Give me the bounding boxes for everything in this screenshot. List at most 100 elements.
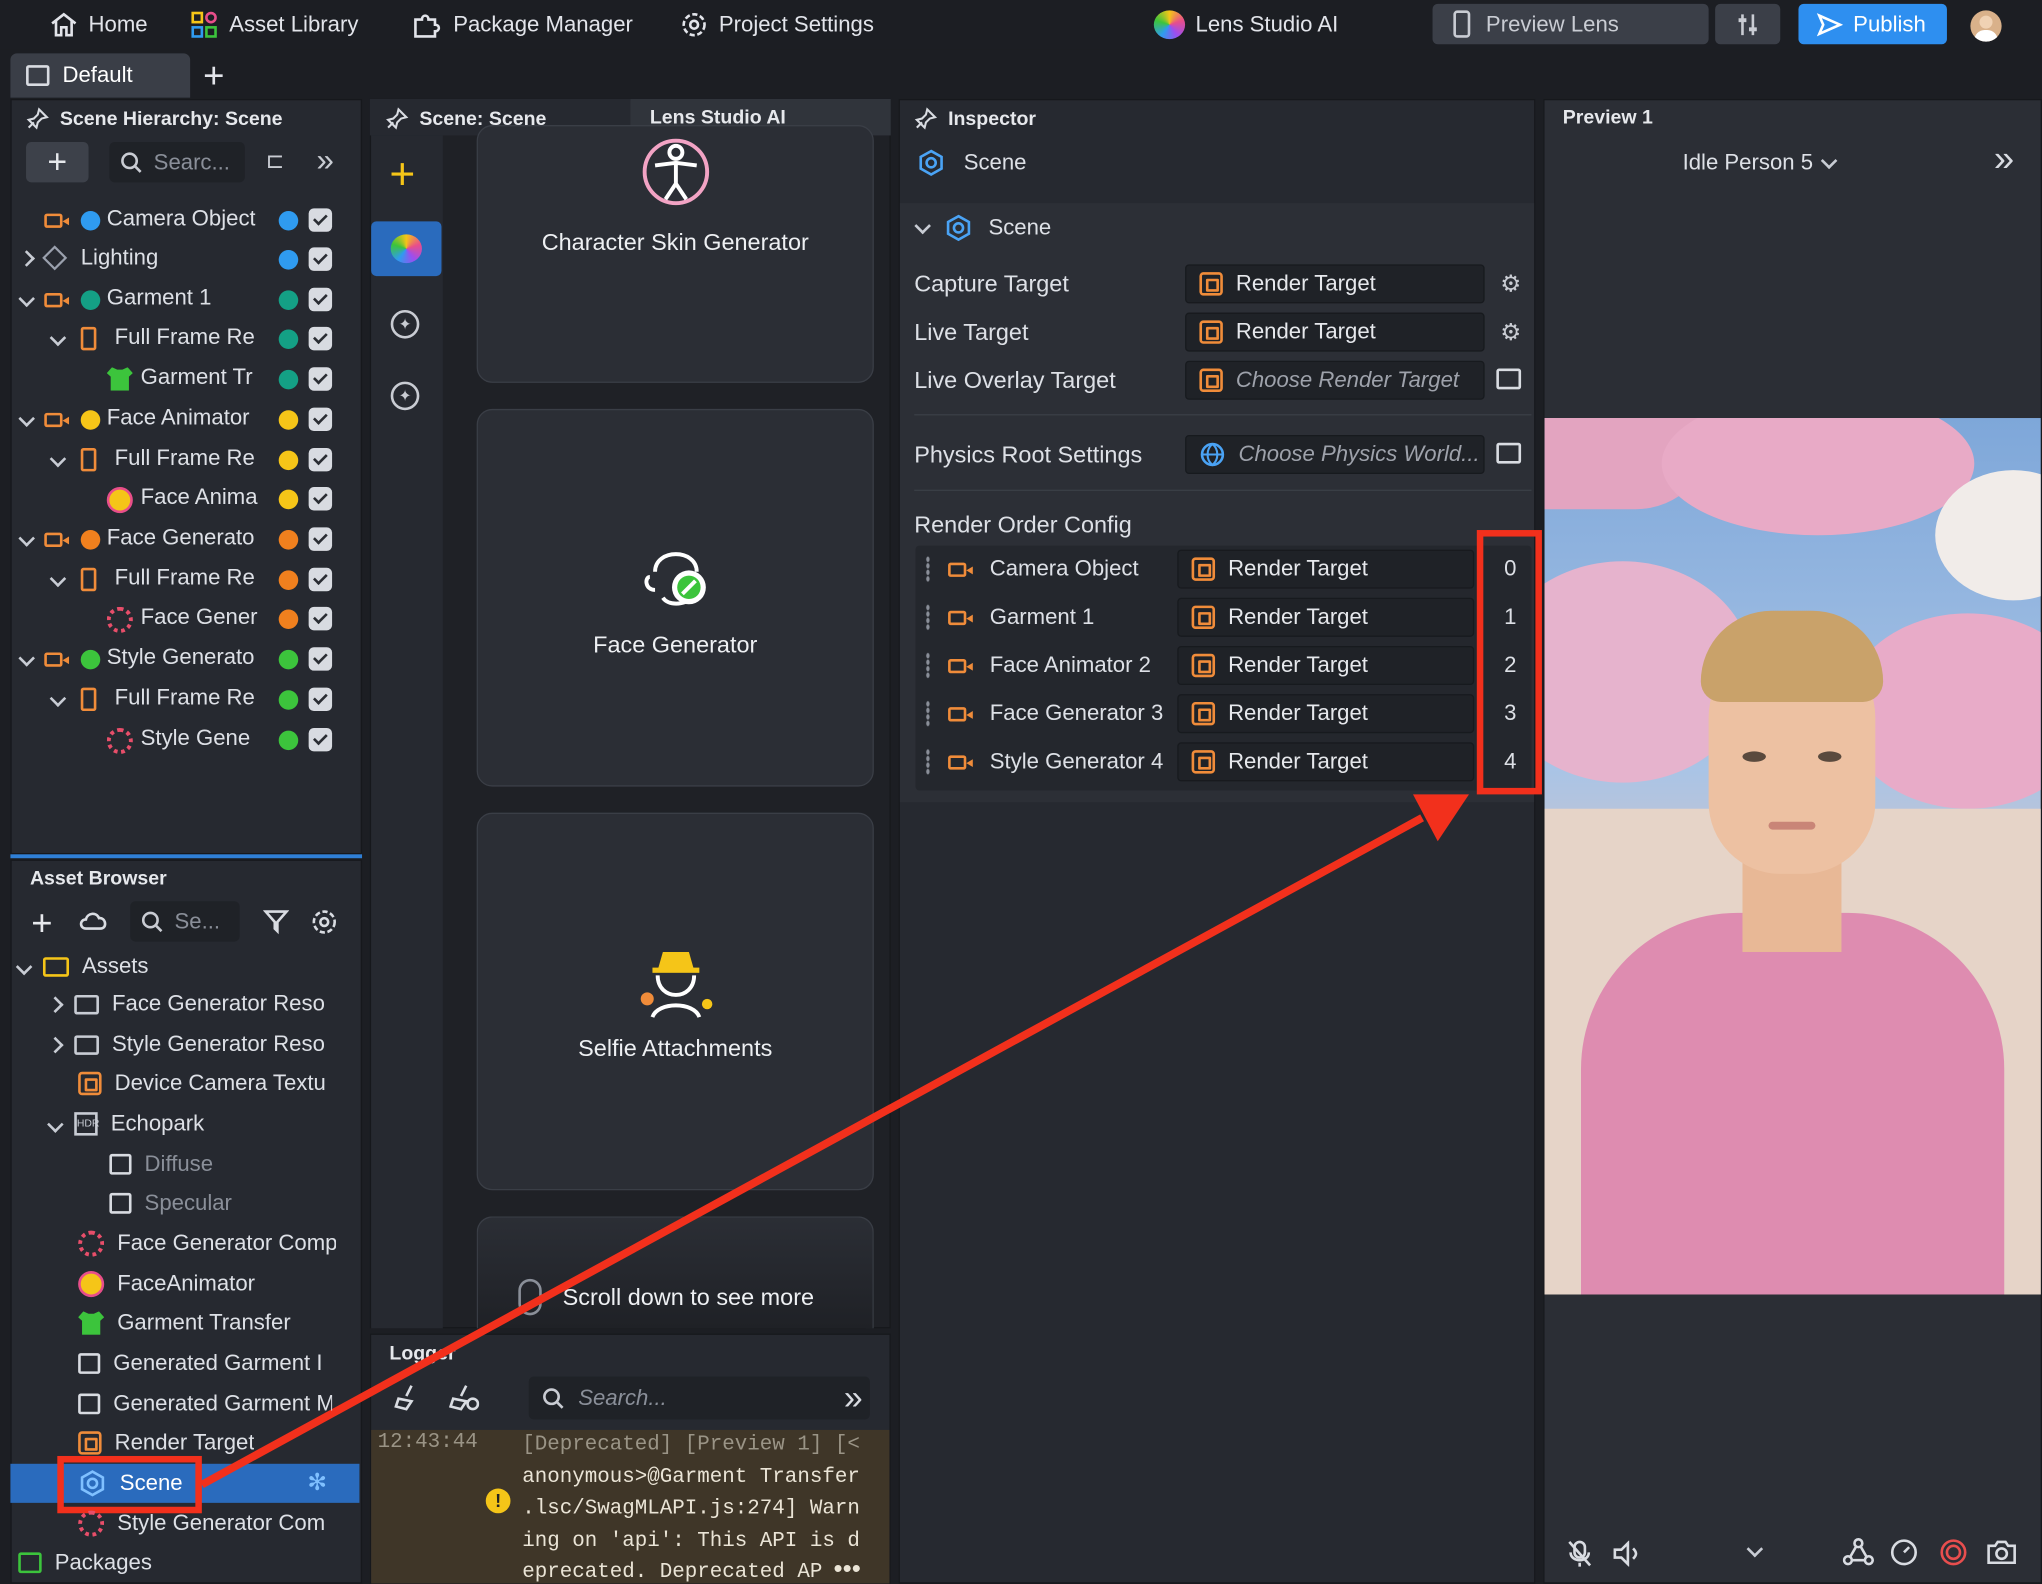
drag-handle-icon[interactable]	[925, 556, 930, 583]
preview-settings-button[interactable]	[1715, 3, 1781, 45]
record-icon[interactable]	[1939, 1538, 1968, 1567]
hierarchy-row[interactable]: Face Animator	[16, 400, 357, 439]
layer-color-dot[interactable]	[278, 570, 299, 590]
chevron-down-icon[interactable]	[18, 290, 35, 308]
packages-row[interactable]: Packages	[18, 1543, 152, 1582]
asset-search-input[interactable]: Se...	[130, 901, 240, 942]
enabled-checkbox[interactable]	[308, 247, 333, 271]
live-overlay-target-field[interactable]: Choose Render Target	[1185, 360, 1485, 400]
layer-color-dot[interactable]	[278, 489, 299, 510]
folder-icon[interactable]	[1496, 442, 1522, 464]
layer-color-dot[interactable]	[278, 210, 299, 231]
home-menu[interactable]: Home	[49, 0, 148, 49]
layer-color-dot[interactable]	[278, 250, 299, 270]
layer-color-dot[interactable]	[278, 649, 299, 670]
chevron-down-icon[interactable]	[47, 1115, 64, 1133]
enabled-checkbox[interactable]	[308, 287, 333, 312]
hierarchy-expand-icon[interactable]: »	[316, 143, 333, 179]
enabled-checkbox[interactable]	[308, 367, 333, 391]
render-order-target-field[interactable]: Render Target	[1177, 694, 1475, 734]
drag-handle-icon[interactable]	[925, 748, 930, 775]
hierarchy-search-input[interactable]: Searc...	[109, 141, 245, 183]
asset-row[interactable]: Generated Garment M	[78, 1384, 332, 1423]
package-manager-menu[interactable]: Package Manager	[412, 0, 633, 49]
live-target-options-icon[interactable]: ⚙	[1500, 319, 1521, 346]
drag-handle-icon[interactable]	[925, 652, 930, 679]
asset-row[interactable]: Style Generator Reso	[47, 1025, 325, 1064]
asset-row[interactable]: Face Generator Reso	[47, 985, 325, 1024]
layout-tab-default[interactable]: Default	[10, 53, 191, 98]
gear-icon[interactable]	[310, 908, 339, 937]
ai-generators-button[interactable]	[371, 221, 442, 277]
hierarchy-row[interactable]: Face Anima	[16, 479, 357, 518]
camera-snapshot-icon[interactable]	[1986, 1539, 2017, 1565]
asset-row[interactable]: Garment Transfer	[78, 1304, 291, 1343]
chat-history-icon[interactable]: ✦	[390, 381, 420, 411]
hierarchy-row[interactable]: Full Frame Re	[16, 440, 357, 479]
lens-studio-ai-menu[interactable]: Lens Studio AI	[1153, 0, 1338, 49]
render-order-target-field[interactable]: Render Target	[1177, 597, 1475, 637]
enabled-checkbox[interactable]	[308, 407, 333, 432]
layer-color-dot[interactable]	[278, 730, 299, 751]
project-settings-menu[interactable]: Project Settings	[680, 0, 874, 49]
asset-library-menu[interactable]: Asset Library	[190, 0, 358, 49]
enabled-checkbox[interactable]	[308, 527, 333, 551]
render-order-target-field[interactable]: Render Target	[1177, 742, 1475, 782]
user-avatar[interactable]	[1970, 10, 2002, 42]
network-icon[interactable]	[1842, 1538, 1875, 1567]
filter-icon[interactable]	[263, 909, 290, 935]
folder-icon[interactable]	[1496, 368, 1522, 390]
capture-target-options-icon[interactable]: ⚙	[1500, 271, 1521, 298]
hierarchy-row[interactable]: Garment Tr	[16, 359, 357, 398]
render-order-target-field[interactable]: Render Target	[1177, 549, 1475, 589]
preview-image[interactable]	[1544, 418, 2041, 1295]
enabled-checkbox[interactable]	[308, 208, 333, 232]
logger-search-input[interactable]: Search...	[528, 1376, 870, 1420]
hierarchy-row[interactable]: Garment 1	[16, 280, 357, 319]
drag-handle-icon[interactable]	[925, 700, 930, 727]
hierarchy-row[interactable]: Style Gene	[16, 720, 357, 759]
preview-person-select[interactable]: Idle Person 5	[1683, 143, 1838, 182]
physics-world-field[interactable]: Choose Physics World...	[1185, 434, 1485, 475]
publish-button[interactable]: Publish	[1798, 3, 1947, 45]
enabled-checkbox[interactable]	[308, 447, 333, 472]
mic-muted-icon[interactable]	[1567, 1539, 1593, 1568]
chevron-right-icon[interactable]	[47, 1036, 64, 1053]
preview-expand-icon[interactable]: »	[1994, 138, 2014, 180]
chevron-right-icon[interactable]	[18, 250, 35, 267]
layer-color-dot[interactable]	[278, 609, 299, 630]
hierarchy-row[interactable]: Style Generato	[16, 639, 357, 678]
hierarchy-row[interactable]: Full Frame Re	[16, 680, 357, 719]
speaker-icon[interactable]	[1612, 1540, 1643, 1567]
enabled-checkbox[interactable]	[308, 326, 333, 351]
hierarchy-row[interactable]: Lighting	[16, 240, 357, 279]
chevron-down-icon[interactable]	[18, 530, 35, 547]
preview-lens-button[interactable]: Preview Lens	[1432, 3, 1709, 45]
asset-row[interactable]: Face Generator Comp	[78, 1224, 336, 1263]
add-object-button[interactable]: +	[26, 141, 89, 183]
live-target-field[interactable]: Render Target	[1185, 312, 1485, 352]
drag-handle-icon[interactable]	[925, 604, 930, 631]
render-order-target-field[interactable]: Render Target	[1177, 645, 1475, 686]
add-asset-button[interactable]: +	[31, 902, 52, 944]
gauge-icon[interactable]	[1890, 1538, 1919, 1567]
layer-color-dot[interactable]	[278, 530, 299, 550]
chevron-down-icon[interactable]	[49, 570, 67, 588]
asset-row[interactable]: FaceAnimator	[78, 1265, 255, 1304]
layer-color-dot[interactable]	[278, 369, 299, 390]
chevron-down-icon[interactable]	[49, 690, 67, 707]
chevron-down-icon[interactable]	[49, 450, 67, 468]
assets-root[interactable]: Assets	[15, 947, 149, 986]
enabled-checkbox[interactable]	[308, 567, 333, 592]
logger-expand-icon[interactable]: »	[844, 1378, 863, 1418]
hierarchy-row[interactable]: Full Frame Re	[16, 560, 357, 599]
capture-target-field[interactable]: Render Target	[1185, 264, 1485, 304]
asset-row[interactable]: Render Target	[78, 1423, 254, 1462]
chat-icon[interactable]: ✦	[390, 309, 420, 339]
enabled-checkbox[interactable]	[308, 606, 333, 631]
more-options-icon[interactable]: •••	[833, 1555, 860, 1584]
asset-row[interactable]: Generated Garment I	[78, 1344, 323, 1383]
chevron-down-icon[interactable]	[49, 329, 67, 347]
hierarchy-tree-icon[interactable]: ⊏	[266, 148, 285, 174]
chevron-down-icon[interactable]	[18, 410, 35, 427]
